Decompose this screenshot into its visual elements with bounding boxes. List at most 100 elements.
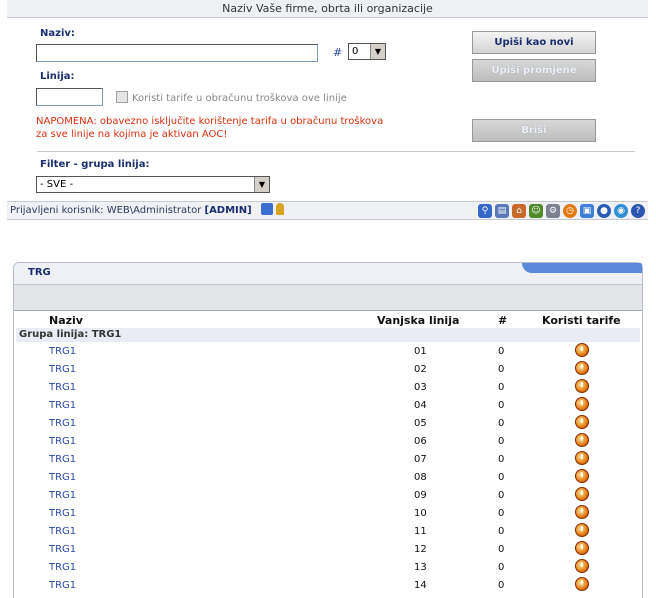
row-name-link[interactable]: TRG1	[49, 454, 76, 465]
row-name-link[interactable]: TRG1	[49, 544, 76, 555]
users-icon[interactable]: ☺	[529, 204, 543, 218]
tariff-clock-icon[interactable]	[575, 577, 589, 591]
table-row[interactable]: TRG1 08 0	[14, 468, 642, 486]
switch-user-icon[interactable]	[260, 203, 273, 215]
hash-select[interactable]: 0 ▼	[348, 43, 386, 60]
row-line-number: 01	[414, 346, 427, 357]
table-row[interactable]: TRG1 01 0	[14, 342, 642, 360]
tariff-clock-icon[interactable]	[575, 361, 589, 375]
row-name-link[interactable]: TRG1	[49, 436, 76, 447]
tariff-clock-icon[interactable]	[575, 433, 589, 447]
tariff-clock-icon[interactable]	[575, 541, 589, 555]
row-name-link[interactable]: TRG1	[49, 508, 76, 519]
app-title: Naziv Vaše firme, obrta ili organizacije	[222, 2, 433, 15]
row-line-number: 09	[414, 490, 427, 501]
row-line-number: 03	[414, 382, 427, 393]
table-row[interactable]: TRG1 03 0	[14, 378, 642, 396]
table-row[interactable]: TRG1 07 0	[14, 450, 642, 468]
row-line-number: 06	[414, 436, 427, 447]
row-hash-value: 0	[498, 562, 505, 573]
row-line-number: 11	[414, 526, 427, 537]
row-line-number: 05	[414, 418, 427, 429]
table-body: TRG1 01 0 TRG1 02 0 TRG1 03 0 TRG1 04 0 TRG1 05 0 TRG1 0…	[14, 342, 642, 594]
search-icon[interactable]: ⚲	[478, 204, 492, 218]
tarife-checkbox[interactable]	[116, 91, 128, 103]
table-header: Naziv Vanjska linija # Koristi tarife	[14, 313, 642, 329]
table-row[interactable]: TRG1 11 0	[14, 522, 642, 540]
filter-label: Filter - grupa linija:	[40, 159, 150, 170]
tariff-clock-icon[interactable]	[575, 415, 589, 429]
col-line-header[interactable]: Vanjska linija	[377, 314, 459, 327]
home-icon[interactable]: ⌂	[512, 204, 526, 218]
delete-button[interactable]: Briši	[472, 119, 596, 142]
row-line-number: 12	[414, 544, 427, 555]
key-icon[interactable]	[276, 203, 285, 215]
col-hash-header[interactable]: #	[498, 314, 507, 327]
book-icon[interactable]: ▤	[495, 204, 509, 218]
row-name-link[interactable]: TRG1	[49, 382, 76, 393]
naziv-label: Naziv:	[40, 28, 75, 39]
tariff-clock-icon[interactable]	[575, 505, 589, 519]
table-row[interactable]: TRG1 09 0	[14, 486, 642, 504]
table-row[interactable]: TRG1 14 0	[14, 576, 642, 594]
row-name-link[interactable]: TRG1	[49, 472, 76, 483]
user-role-badge: [ADMIN]	[204, 205, 252, 216]
col-tariffs-header[interactable]: Koristi tarife	[542, 314, 621, 327]
tariff-clock-icon[interactable]	[575, 559, 589, 573]
row-line-number: 10	[414, 508, 427, 519]
row-hash-value: 0	[498, 490, 505, 501]
row-hash-value: 0	[498, 400, 505, 411]
row-line-number: 13	[414, 562, 427, 573]
globe-icon[interactable]: ◉	[614, 204, 628, 218]
row-name-link[interactable]: TRG1	[49, 490, 76, 501]
table-row[interactable]: TRG1 05 0	[14, 414, 642, 432]
linija-label: Linija:	[40, 71, 75, 82]
row-name-link[interactable]: TRG1	[49, 418, 76, 429]
window-icon[interactable]: ▣	[580, 204, 594, 218]
panel-header: TRG	[14, 263, 642, 285]
naziv-input[interactable]	[36, 44, 318, 62]
logged-user-name: WEB\Administrator	[106, 205, 202, 216]
linija-input[interactable]	[36, 88, 103, 106]
row-hash-value: 0	[498, 364, 505, 375]
table-row[interactable]: TRG1 02 0	[14, 360, 642, 378]
save-new-button[interactable]: Upiši kao novi	[472, 31, 596, 54]
table-row[interactable]: TRG1 06 0	[14, 432, 642, 450]
tariff-clock-icon[interactable]	[575, 523, 589, 537]
disk-icon[interactable]: ●	[597, 204, 611, 218]
row-name-link[interactable]: TRG1	[49, 562, 76, 573]
help-icon[interactable]: ?	[631, 204, 645, 218]
divider	[37, 151, 635, 152]
chevron-down-icon: ▼	[370, 44, 385, 59]
row-line-number: 14	[414, 580, 427, 591]
col-name-header[interactable]: Naziv	[49, 314, 83, 327]
table-row[interactable]: TRG1 13 0	[14, 558, 642, 576]
table-row[interactable]: TRG1 12 0	[14, 540, 642, 558]
row-name-link[interactable]: TRG1	[49, 526, 76, 537]
group-row: Grupa linija: TRG1	[16, 328, 640, 342]
tariff-clock-icon[interactable]	[575, 469, 589, 483]
row-name-link[interactable]: TRG1	[49, 346, 76, 357]
hash-label: #	[333, 46, 343, 59]
row-name-link[interactable]: TRG1	[49, 364, 76, 375]
line-edit-form: Naziv: # 0 ▼ Linija: Koristi tarife u ob…	[7, 18, 648, 201]
clock-icon[interactable]: ◷	[563, 204, 577, 218]
tariff-clock-icon[interactable]	[575, 379, 589, 393]
row-name-link[interactable]: TRG1	[49, 580, 76, 591]
tariff-clock-icon[interactable]	[575, 343, 589, 357]
tariff-clock-icon[interactable]	[575, 487, 589, 501]
save-changes-button[interactable]: Upiši promjene	[472, 59, 596, 82]
tariff-clock-icon[interactable]	[575, 451, 589, 465]
tarife-checkbox-label: Koristi tarife u obračunu troškova ove l…	[132, 93, 347, 104]
panel-tab-decoration	[522, 263, 642, 273]
row-name-link[interactable]: TRG1	[49, 400, 76, 411]
table-row[interactable]: TRG1 10 0	[14, 504, 642, 522]
gear-icon[interactable]: ⚙	[546, 204, 560, 218]
filter-select[interactable]: - SVE - ▼	[36, 176, 270, 193]
table-row[interactable]: TRG1 04 0	[14, 396, 642, 414]
toolbar-icons: ⚲ ▤ ⌂ ☺ ⚙ ◷ ▣ ● ◉ ?	[478, 204, 645, 218]
row-line-number: 04	[414, 400, 427, 411]
chevron-down-icon: ▼	[254, 177, 269, 192]
app-title-bar: Naziv Vaše firme, obrta ili organizacije	[7, 0, 648, 18]
tariff-clock-icon[interactable]	[575, 397, 589, 411]
